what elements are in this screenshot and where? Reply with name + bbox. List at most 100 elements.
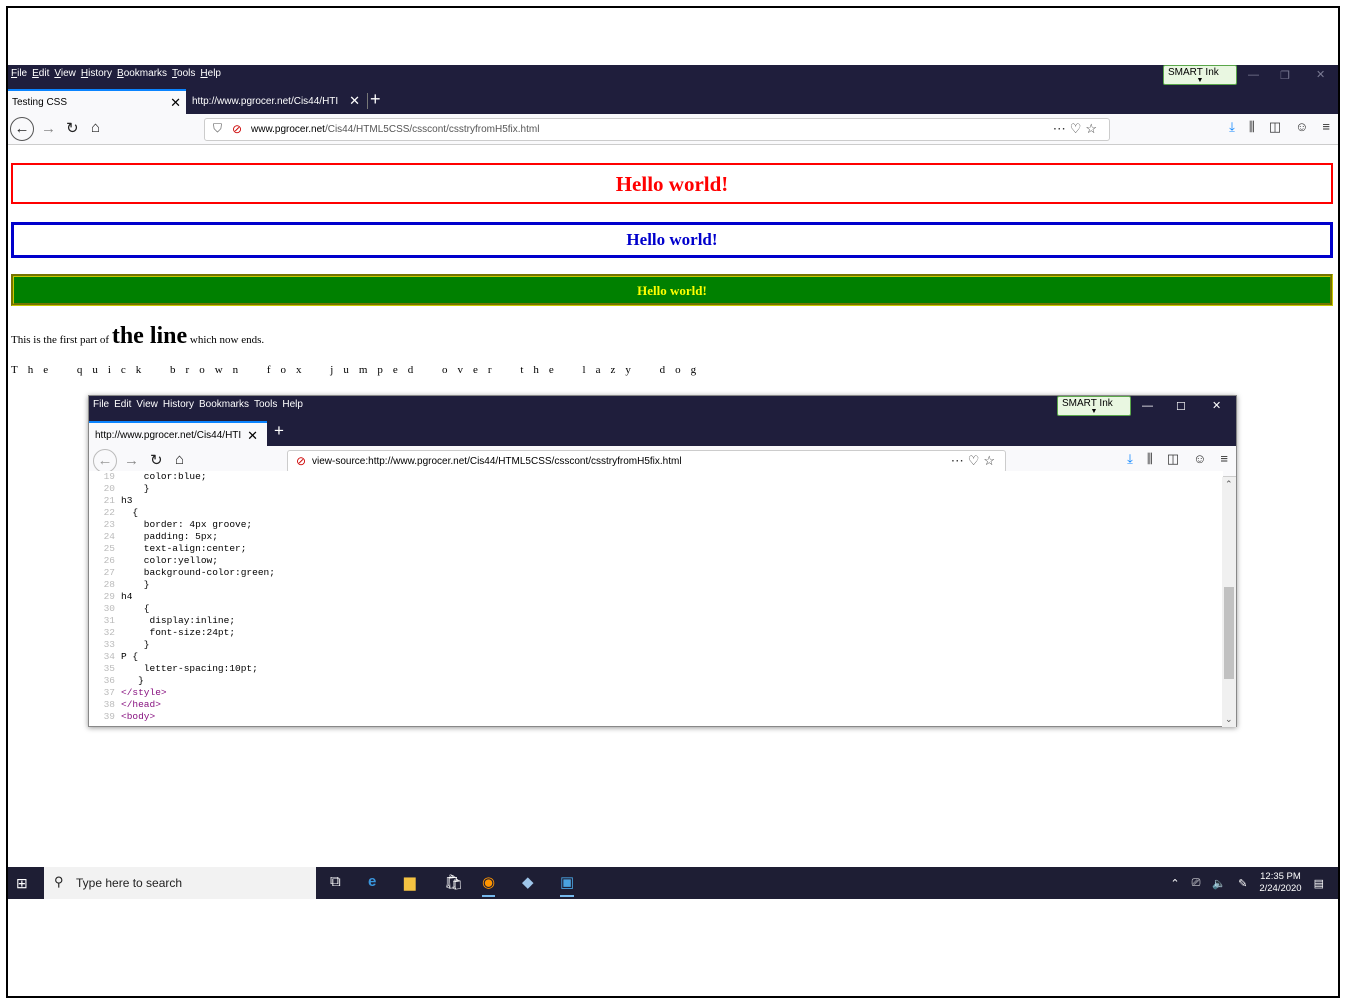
- source-line: 37 </style>: [89, 687, 1223, 699]
- home-icon[interactable]: ⌂: [175, 451, 184, 468]
- menu-item-tools[interactable]: Tools: [254, 399, 277, 410]
- menu-item-edit[interactable]: Edit: [114, 399, 131, 410]
- new-tab-button[interactable]: +: [370, 89, 381, 110]
- scroll-down-icon[interactable]: ⌄: [1225, 714, 1233, 725]
- download-icon[interactable]: ⤓: [1127, 451, 1133, 467]
- main-navbar: ← → ↻ ⌂ ⛉ ⊘ www.pgrocer.net/Cis44/HTML5C…: [8, 114, 1338, 145]
- heading-h4-inline: the line: [111, 323, 188, 349]
- source-code-view[interactable]: 19 color:blue; 20 } 21 h3 22 {23 border: 4px…: [89, 471, 1223, 721]
- url-bar[interactable]: ⛉ ⊘ www.pgrocer.net/Cis44/HTML5CSS/cssco…: [204, 118, 1110, 141]
- close-icon[interactable]: ✕: [1316, 68, 1325, 81]
- system-tray: ⌃ ⎚ 🔈 ✎ 12:35 PM 2/24/2020 ▤: [1170, 867, 1324, 899]
- maximize-icon[interactable]: ☐: [1176, 400, 1186, 413]
- tab-close-icon[interactable]: ✕: [247, 428, 258, 444]
- bookmark-star-icon[interactable]: ☆: [983, 453, 999, 468]
- store-icon[interactable]: 🛍: [444, 873, 463, 891]
- smart-ink-button[interactable]: SMART Ink ▼: [1057, 396, 1131, 416]
- pocket-icon[interactable]: ♡: [968, 453, 984, 468]
- library-icon[interactable]: ⫼: [1147, 451, 1153, 467]
- network-icon[interactable]: ⎚: [1192, 877, 1201, 890]
- tab-view-source[interactable]: http://www.pgrocer.net/Cis44/HTI ✕: [89, 421, 267, 446]
- windows-start-icon[interactable]: ⊞: [16, 875, 28, 892]
- scrollbar-thumb[interactable]: [1224, 587, 1234, 679]
- source-line: 21 h3: [89, 495, 1223, 507]
- notebook-icon[interactable]: ▣: [560, 873, 575, 897]
- menu-item-help[interactable]: Help: [200, 68, 221, 79]
- shield-icon[interactable]: ⛉: [213, 121, 222, 136]
- insecure-lock-icon[interactable]: ⊘: [232, 122, 242, 136]
- firefox-icon[interactable]: ◉: [482, 873, 496, 897]
- volume-icon[interactable]: 🔈: [1212, 877, 1226, 890]
- restore-icon[interactable]: ❐: [1280, 69, 1290, 82]
- edge-icon[interactable]: e: [368, 873, 376, 890]
- tab-close-icon[interactable]: ✕: [349, 93, 360, 109]
- chevron-up-icon[interactable]: ⌃: [1170, 877, 1179, 890]
- menu-item-history[interactable]: History: [81, 68, 112, 79]
- menu-item-help[interactable]: Help: [282, 399, 303, 410]
- more-icon[interactable]: ⋯: [951, 453, 968, 468]
- clock[interactable]: 12:35 PM 2/24/2020: [1259, 871, 1301, 895]
- scroll-up-icon[interactable]: ⌃: [1225, 479, 1233, 490]
- main-menubar: File Edit View History Bookmarks Tools Help SM…: [8, 65, 1338, 87]
- view-source-window: File Edit View History Bookmarks Tools Help SM…: [88, 395, 1237, 727]
- more-icon[interactable]: ⋯: [1053, 121, 1070, 136]
- task-view-icon[interactable]: ⧉: [330, 873, 341, 890]
- line-number: 33: [103, 639, 115, 650]
- sidebar-icon[interactable]: ◫: [1269, 119, 1281, 135]
- tab-close-icon[interactable]: ✕: [170, 95, 181, 111]
- menu-item-view[interactable]: View: [54, 68, 76, 79]
- sidebar-icon[interactable]: ◫: [1167, 451, 1179, 467]
- line-code: border: 4px groove;: [121, 519, 253, 530]
- reload-icon[interactable]: ↻: [150, 451, 163, 469]
- download-icon[interactable]: ⤓: [1229, 119, 1235, 135]
- minimize-icon[interactable]: —: [1248, 69, 1259, 81]
- line-code: }: [121, 483, 150, 494]
- menu-item-edit[interactable]: Edit: [32, 68, 49, 79]
- line-number: 19: [103, 471, 115, 482]
- back-icon[interactable]: ←: [93, 449, 117, 473]
- menu-item-bookmarks[interactable]: Bookmarks: [199, 399, 249, 410]
- line-number: 29: [103, 591, 115, 602]
- tab-separator: [367, 93, 368, 109]
- vertical-scrollbar[interactable]: ⌃ ⌄: [1222, 477, 1236, 727]
- bookmark-star-icon[interactable]: ☆: [1085, 121, 1101, 136]
- forward-icon[interactable]: →: [41, 120, 56, 137]
- smart-ink-button[interactable]: SMART Ink ▼: [1163, 65, 1237, 85]
- home-icon[interactable]: ⌂: [91, 119, 100, 136]
- url-text: www.pgrocer.net/Cis44/HTML5CSS/csscont/c…: [251, 124, 539, 135]
- url-domain: www.pgrocer.net: [251, 124, 325, 135]
- account-icon[interactable]: ☺: [1193, 451, 1206, 467]
- menu-item-file[interactable]: File: [11, 68, 27, 79]
- url-bar[interactable]: ⊘ view-source:http://www.pgrocer.net/Cis…: [287, 450, 1006, 473]
- account-icon[interactable]: ☺: [1295, 119, 1308, 135]
- taskbar-search[interactable]: ⚲ Type here to search: [44, 867, 316, 899]
- tab-testing-css[interactable]: Testing CSS ✕: [8, 89, 186, 114]
- line-code: letter-spacing:10pt;: [121, 663, 258, 674]
- reload-icon[interactable]: ↻: [66, 119, 79, 137]
- tab-label: Testing CSS: [12, 97, 68, 108]
- line1-end: which now ends.: [187, 334, 265, 346]
- menu-item-history[interactable]: History: [163, 399, 194, 410]
- menu-item-tools[interactable]: Tools: [172, 68, 195, 79]
- pen-icon[interactable]: ✎: [1238, 877, 1247, 890]
- hamburger-menu-icon[interactable]: ≡: [1220, 451, 1228, 467]
- menu-item-bookmarks[interactable]: Bookmarks: [117, 68, 167, 79]
- close-icon[interactable]: ✕: [1212, 399, 1221, 412]
- hamburger-menu-icon[interactable]: ≡: [1322, 119, 1330, 135]
- minimize-icon[interactable]: —: [1142, 400, 1153, 412]
- source-menu: File Edit View History Bookmarks Tools Help: [93, 399, 303, 410]
- notifications-icon[interactable]: ▤: [1314, 877, 1324, 890]
- forward-icon[interactable]: →: [124, 452, 139, 469]
- new-tab-button[interactable]: +: [274, 421, 284, 441]
- pocket-icon[interactable]: ♡: [1070, 121, 1086, 136]
- insecure-lock-icon[interactable]: ⊘: [296, 454, 306, 468]
- line-code: color:blue;: [121, 471, 207, 482]
- app-icon[interactable]: ◆: [522, 873, 534, 891]
- file-explorer-icon[interactable]: ▆: [404, 873, 416, 891]
- main-tabbar: Testing CSS ✕ http://www.pgrocer.net/Cis…: [8, 87, 1338, 114]
- library-icon[interactable]: ⫼: [1249, 119, 1255, 135]
- menu-item-view[interactable]: View: [136, 399, 158, 410]
- menu-item-file[interactable]: File: [93, 399, 109, 410]
- tab-view-source[interactable]: http://www.pgrocer.net/Cis44/HTI ✕: [190, 89, 368, 114]
- back-icon[interactable]: ←: [10, 117, 34, 141]
